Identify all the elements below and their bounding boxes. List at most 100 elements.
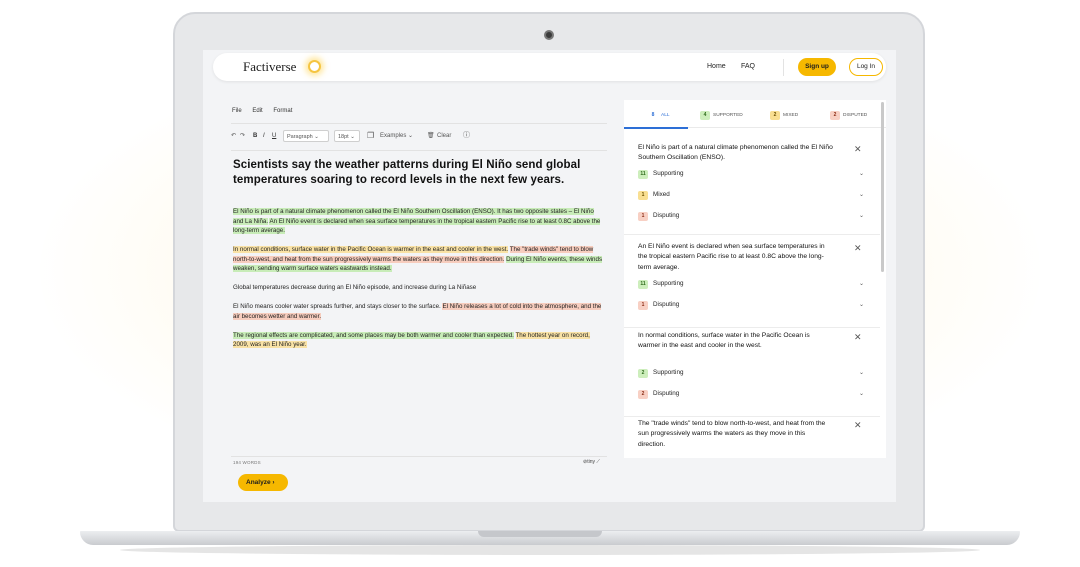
paragraph-4: El Niño means cooler water spreads furth… [233,302,605,321]
examples-icon[interactable]: ❐ [367,130,374,142]
tab-all[interactable]: 8 ALL [648,111,670,120]
plain-text: El Niño means cooler water spreads furth… [233,303,441,310]
claim-text: An El Niño event is declared when sea su… [638,243,825,271]
menu-edit[interactable]: Edit [252,108,262,114]
article-body[interactable]: El Niño is part of a natural climate phe… [233,207,605,359]
undo-icon[interactable]: ↶ [231,130,236,142]
text-editor: File Edit Format ↶ ↷ B I U Paragraph ⌄ 1… [225,98,615,491]
claim-highlight-mixed[interactable]: In normal conditions, surface water in t… [233,246,509,253]
italic-icon[interactable]: I [263,130,265,142]
paragraph-5: The regional effects are complicated, an… [233,331,605,350]
examples-label: Examples [380,133,407,139]
help-icon[interactable]: ⓘ [463,130,470,142]
claim-card[interactable]: In normal conditions, surface water in t… [624,331,880,417]
tab-count: 2 [830,111,840,120]
underline-icon[interactable]: U [272,130,276,142]
close-icon[interactable]: ✕ [854,243,862,254]
analyze-button[interactable]: Analyze › [238,474,288,491]
paragraph-2: In normal conditions, surface water in t… [233,245,605,274]
article-headline[interactable]: Scientists say the weather patterns duri… [233,158,593,188]
evidence-mixed-row[interactable]: 1 Mixed ⌄ [638,190,864,200]
evidence-disputing-row[interactable]: 2 Disputing ⌄ [638,389,864,399]
nav-divider [783,59,784,76]
tab-count: 2 [770,111,780,120]
paragraph-1: El Niño is part of a natural climate phe… [233,207,605,236]
toolbar-divider [231,150,607,151]
evidence-count: 1 [638,212,648,221]
signup-button[interactable]: Sign up [798,58,836,76]
tab-mixed[interactable]: 2 MIXED [770,111,798,120]
tab-supported[interactable]: 4 SUPPORTED [700,111,743,120]
tiny-logo: ⊘tiny ⟋ [583,459,600,465]
tab-label: DISPUTED [843,113,868,118]
claim-text: El Niño is part of a natural climate phe… [638,144,833,162]
evidence-label: Disputing [653,390,680,397]
evidence-supporting-row[interactable]: 11 Supporting ⌄ [638,169,864,179]
evidence-supporting-row[interactable]: 2 Supporting ⌄ [638,368,864,378]
laptop-notch [478,531,602,537]
clear-button[interactable]: Clear [437,130,451,142]
logo-sun-icon [308,60,321,73]
font-size-select[interactable]: 18pt ⌄ [334,130,360,142]
claim-card[interactable]: An El Niño event is declared when sea su… [624,242,880,328]
chevron-down-icon: ⌄ [858,171,864,177]
evidence-count: 11 [638,280,648,289]
menu-format[interactable]: Format [273,108,292,114]
claim-card[interactable]: The "trade winds" tend to blow north-to-… [624,419,880,458]
evidence-label: Supporting [653,170,684,177]
tab-count: 8 [651,112,655,118]
close-icon[interactable]: ✕ [854,144,862,155]
navbar: Factiverse Home FAQ Sign up Log In [213,53,886,81]
paragraph-3: Global temperatures decrease during an E… [233,284,477,291]
statusbar-divider [231,456,607,457]
menu-file[interactable]: File [232,108,242,114]
claim-highlight-supported[interactable]: The regional effects are complicated, an… [233,331,514,339]
tiny-label: tiny [587,459,595,465]
screen: Factiverse Home FAQ Sign up Log In File … [203,50,896,502]
evidence-label: Disputing [653,212,680,219]
nav-home-link[interactable]: Home [707,63,726,70]
nav-faq-link[interactable]: FAQ [741,63,755,70]
login-button[interactable]: Log In [849,58,883,76]
evidence-supporting-row[interactable]: 11 Supporting ⌄ [638,279,864,289]
laptop-shadow [120,545,980,555]
evidence-count: 2 [638,390,648,399]
paragraph-select-value: Paragraph [287,134,313,140]
claim-highlight-supported[interactable]: An El Niño event is declared when sea su… [233,217,601,234]
tab-disputed[interactable]: 2 DISPUTED [830,111,867,120]
tab-label: SUPPORTED [713,113,743,118]
paragraph-select[interactable]: Paragraph ⌄ [283,130,329,142]
editor-menubar: File Edit Format [232,108,301,114]
close-icon[interactable]: ✕ [854,332,862,343]
results-panel: 8 ALL 4 SUPPORTED 2 MIXED 2 DISPUTED El Niño… [624,100,886,458]
chevron-down-icon: ⌄ [858,391,864,397]
evidence-label: Supporting [653,280,684,287]
claim-text: The "trade winds" tend to blow north-to-… [638,420,826,448]
evidence-label: Disputing [653,301,680,308]
evidence-disputing-row[interactable]: 1 Disputing ⌄ [638,300,864,310]
evidence-count: 11 [638,170,648,179]
active-tab-indicator [624,127,688,129]
trash-icon[interactable]: 🗑 [427,130,435,142]
evidence-label: Supporting [653,369,684,376]
chevron-down-icon: ⌄ [858,213,864,219]
filter-tabs: 8 ALL 4 SUPPORTED 2 MIXED 2 DISPUTED [624,100,886,129]
editor-toolbar: ↶ ↷ B I U Paragraph ⌄ 18pt ⌄ ❐ Examples … [231,130,607,144]
tab-label: MIXED [783,113,799,118]
font-size-value: 18pt [338,134,349,140]
results-scrollbar[interactable] [881,102,884,272]
tab-label: ALL [661,113,670,118]
redo-icon[interactable]: ↷ [240,130,245,142]
evidence-count: 1 [638,301,648,310]
close-icon[interactable]: ✕ [854,420,862,431]
examples-dropdown[interactable]: Examples ⌄ [380,130,413,142]
chevron-down-icon: ⌄ [858,192,864,198]
bold-icon[interactable]: B [253,130,257,142]
claim-text: In normal conditions, surface water in t… [638,332,810,350]
chevron-down-icon: ⌄ [858,370,864,376]
claim-card[interactable]: El Niño is part of a natural climate phe… [624,143,880,235]
evidence-count: 2 [638,369,648,378]
word-count: 194 WORDS [233,460,261,465]
logo-text[interactable]: Factiverse [243,59,296,75]
evidence-disputing-row[interactable]: 1 Disputing ⌄ [638,211,864,221]
